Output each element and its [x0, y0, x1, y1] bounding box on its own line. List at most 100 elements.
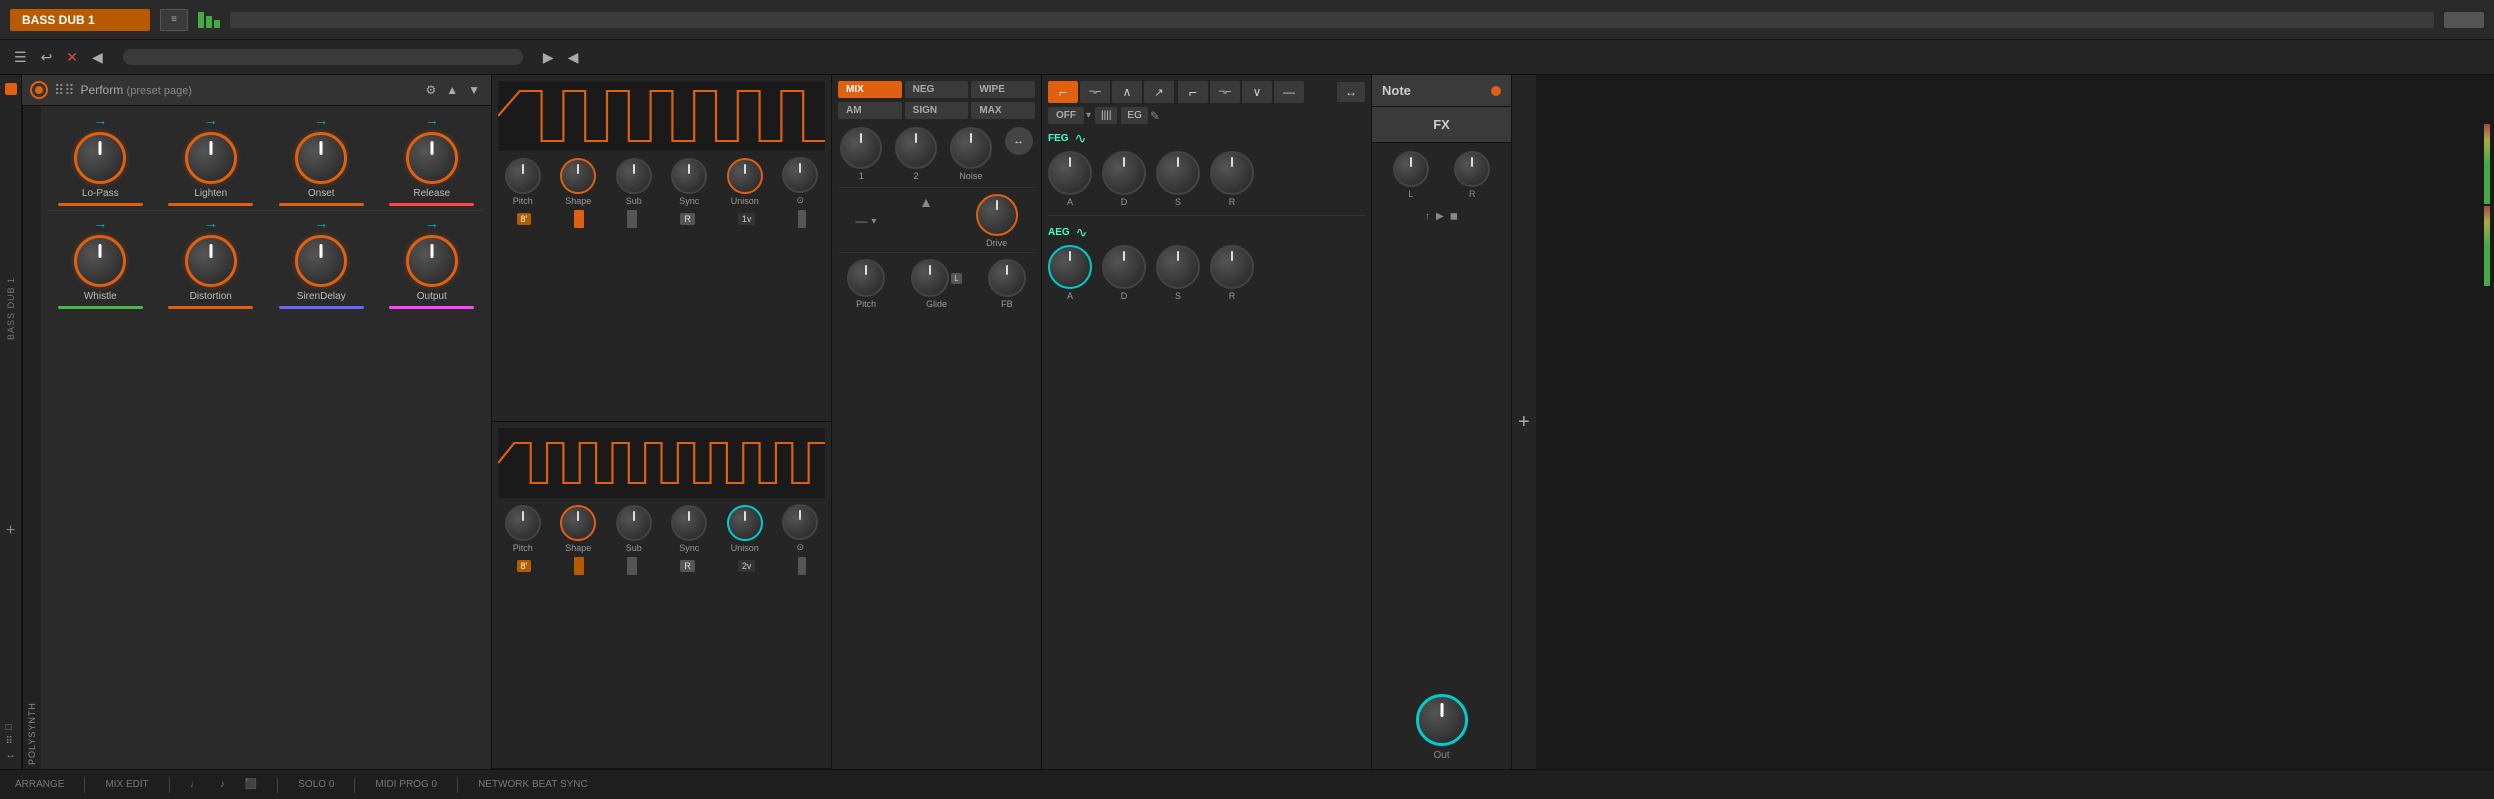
piano-icon[interactable]: □ — [6, 722, 16, 733]
transport-icons: ↑ ▶ ◼ — [1372, 207, 1511, 226]
l-knob[interactable] — [1393, 151, 1429, 187]
env-pencil-btn[interactable]: ✎ — [1150, 109, 1160, 123]
play-icon[interactable]: ▶ — [1436, 211, 1444, 222]
mixer-glide-knob[interactable] — [911, 259, 949, 297]
env-arrow-btn[interactable]: ↔ — [1337, 82, 1365, 102]
note-btn[interactable]: Note — [1382, 83, 1411, 98]
env-shape-btn-0[interactable]: ⌐ — [1048, 81, 1078, 103]
feg-section: FEG ∿ A D S R — [1048, 130, 1365, 207]
up-btn[interactable]: ▲ — [443, 82, 461, 98]
mixer-osc1-knob[interactable] — [840, 127, 882, 169]
page-dot — [5, 83, 17, 95]
env-off-arrow[interactable]: ▾ — [1086, 110, 1091, 121]
mixer-noise-knob[interactable] — [950, 127, 992, 169]
env-shape-btn-5[interactable]: ¬⌐ — [1210, 81, 1240, 103]
right-add-btn[interactable]: + — [1518, 411, 1530, 434]
arrow-left2-btn[interactable]: ◀ — [564, 47, 583, 68]
menu-btn[interactable]: ≡ — [160, 9, 188, 31]
sign-btn[interactable]: SIGN — [905, 102, 969, 119]
env-off-group: OFF ▾ — [1048, 107, 1091, 124]
whistle-knob[interactable] — [74, 235, 126, 287]
list-icon[interactable]: ☰ — [10, 47, 31, 68]
lopass-knob[interactable] — [74, 132, 126, 184]
onset-knob-cell: → Onset — [268, 112, 375, 206]
osc2-sub-knob[interactable] — [616, 505, 652, 541]
track-title: BASS DUB 1 — [10, 9, 150, 31]
neg-btn[interactable]: NEG — [905, 81, 969, 98]
env-off-btn[interactable]: OFF — [1048, 107, 1084, 124]
osc2-shape-knob[interactable] — [560, 505, 596, 541]
arrow-icon[interactable]: ↔ — [6, 750, 16, 761]
mixer-pitch-knob[interactable] — [847, 259, 885, 297]
aeg-d-knob[interactable] — [1102, 245, 1146, 289]
env-shape-btn-4[interactable]: ⌐ — [1178, 81, 1208, 103]
env-eg-btn[interactable]: EG — [1121, 107, 1147, 124]
feg-r-knob[interactable] — [1210, 151, 1254, 195]
settings-btn[interactable]: ⚙ — [422, 82, 439, 98]
status-divider-1 — [84, 777, 85, 793]
env-shape-btn-2[interactable]: ∧ — [1112, 81, 1142, 103]
osc2-sync-knob[interactable] — [671, 505, 707, 541]
scroll-bar[interactable] — [123, 49, 523, 65]
r-knob[interactable] — [1454, 151, 1490, 187]
wipe-btn[interactable]: WIPE — [971, 81, 1035, 98]
stop-icon[interactable]: ◼ — [1450, 211, 1458, 222]
grid-icon[interactable]: ⠿ — [6, 736, 16, 747]
osc1-sub-knob[interactable] — [616, 158, 652, 194]
add-track-btn[interactable]: + — [6, 522, 15, 540]
env-shape-btn-7[interactable]: — — [1274, 81, 1304, 103]
drag-handle[interactable]: ⠿⠿ — [54, 82, 75, 99]
output-knob[interactable] — [406, 235, 458, 287]
env-bars-btn[interactable]: |||| — [1095, 107, 1117, 124]
arrow-right-btn[interactable]: ▶ — [539, 47, 558, 68]
mixer-drive-knob[interactable] — [976, 194, 1018, 236]
osc1-detune-knob[interactable] — [782, 157, 818, 193]
mix-btn[interactable]: MIX — [838, 81, 902, 98]
osc2-unison-knob[interactable] — [727, 505, 763, 541]
distortion-label: Distortion — [190, 291, 232, 302]
osc2-detune-knob[interactable] — [782, 504, 818, 540]
aeg-r-group: R — [1210, 245, 1254, 301]
arrow-left-btn[interactable]: ◀ — [88, 47, 107, 68]
status-mix-edit[interactable]: MIX EDIT — [105, 779, 148, 790]
osc1-unison-label: Unison — [731, 196, 759, 206]
max-btn[interactable]: MAX — [971, 102, 1035, 119]
level-meter-l — [2484, 124, 2490, 204]
level-meter-r — [2484, 206, 2490, 286]
close-btn[interactable]: ✕ — [62, 47, 82, 68]
env-shape-btn-1[interactable]: ¬⌐ — [1080, 81, 1110, 103]
osc1-pitch-knob[interactable] — [505, 158, 541, 194]
aeg-a-knob[interactable] — [1048, 245, 1092, 289]
down-btn[interactable]: ▼ — [465, 82, 483, 98]
feg-d-knob[interactable] — [1102, 151, 1146, 195]
sirendelay-knob[interactable] — [295, 235, 347, 287]
mixer-btn-row2: AM SIGN MAX — [838, 102, 1035, 119]
mixer-fb-knob[interactable] — [988, 259, 1026, 297]
am-btn[interactable]: AM — [838, 102, 902, 119]
aeg-s-knob[interactable] — [1156, 245, 1200, 289]
aeg-r-knob[interactable] — [1210, 245, 1254, 289]
distortion-knob[interactable] — [185, 235, 237, 287]
osc1-shape-knob[interactable] — [560, 158, 596, 194]
fx-btn[interactable]: FX — [1382, 117, 1501, 132]
perform-controls: ⚙ ▲ ▼ — [422, 82, 483, 98]
env-shape-btn-3[interactable]: ↗ — [1144, 81, 1174, 103]
power-button[interactable] — [30, 81, 48, 99]
osc1-values-row: 8' R 1v — [498, 210, 825, 228]
sirendelay-arrow-icon: → — [314, 215, 328, 231]
feg-a-knob[interactable] — [1048, 151, 1092, 195]
undo-btn[interactable]: ↩ — [37, 47, 57, 68]
feg-s-knob[interactable] — [1156, 151, 1200, 195]
feg-r-label: R — [1229, 197, 1236, 207]
release-knob[interactable] — [406, 132, 458, 184]
osc1-sync-knob[interactable] — [671, 158, 707, 194]
onset-knob[interactable] — [295, 132, 347, 184]
osc2-pitch-knob[interactable] — [505, 505, 541, 541]
mixer-osc2-knob[interactable] — [895, 127, 937, 169]
lighten-knob[interactable] — [185, 132, 237, 184]
osc1-unison-knob[interactable] — [727, 158, 763, 194]
mixer-arrow-btn[interactable]: ↔ — [1005, 127, 1033, 155]
env-shape-btn-6[interactable]: ∨ — [1242, 81, 1272, 103]
status-arrange[interactable]: ARRANGE — [15, 779, 64, 790]
out-knob[interactable] — [1416, 694, 1468, 746]
